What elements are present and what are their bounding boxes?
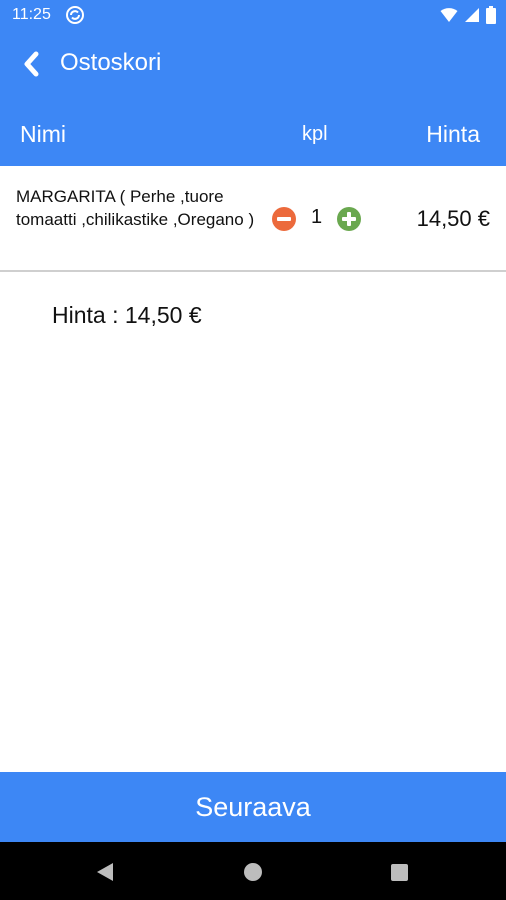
table-header: Nimi kpl Hinta — [0, 100, 506, 166]
signal-icon — [465, 8, 479, 22]
cart-item-row: MARGARITA ( Perhe ,tuore tomaatti ,chili… — [0, 166, 506, 272]
total-label: Hinta — [52, 302, 125, 328]
page-title: Ostoskori — [60, 49, 162, 76]
system-nav-bar — [0, 842, 506, 900]
status-bar: 11:25 — [0, 0, 506, 30]
column-header-name: Nimi — [20, 121, 66, 147]
next-button-label: Seuraava — [195, 791, 311, 822]
wifi-icon — [440, 8, 458, 22]
sync-icon — [66, 6, 84, 24]
battery-icon — [486, 6, 496, 24]
column-header-price: Hinta — [426, 121, 480, 147]
status-time: 11:25 — [12, 6, 51, 23]
home-circle-icon[interactable] — [244, 863, 262, 881]
item-price: 14,50 € — [416, 206, 490, 231]
chevron-left-icon[interactable] — [18, 50, 46, 78]
item-quantity: 1 — [311, 206, 323, 228]
next-button[interactable]: Seuraava — [0, 772, 506, 842]
total-value: 14,50 € — [124, 302, 202, 328]
status-icons — [440, 6, 496, 24]
column-header-qty: kpl — [302, 123, 328, 145]
app-bar: Ostoskori — [0, 30, 506, 100]
plus-circle-icon[interactable] — [337, 207, 361, 231]
item-name: MARGARITA ( Perhe ,tuore tomaatti ,chili… — [16, 187, 255, 229]
total-line: Hinta14,50 € — [52, 302, 202, 329]
back-triangle-icon[interactable] — [96, 862, 114, 882]
minus-circle-icon[interactable] — [272, 207, 296, 231]
recents-square-icon[interactable] — [391, 864, 408, 881]
